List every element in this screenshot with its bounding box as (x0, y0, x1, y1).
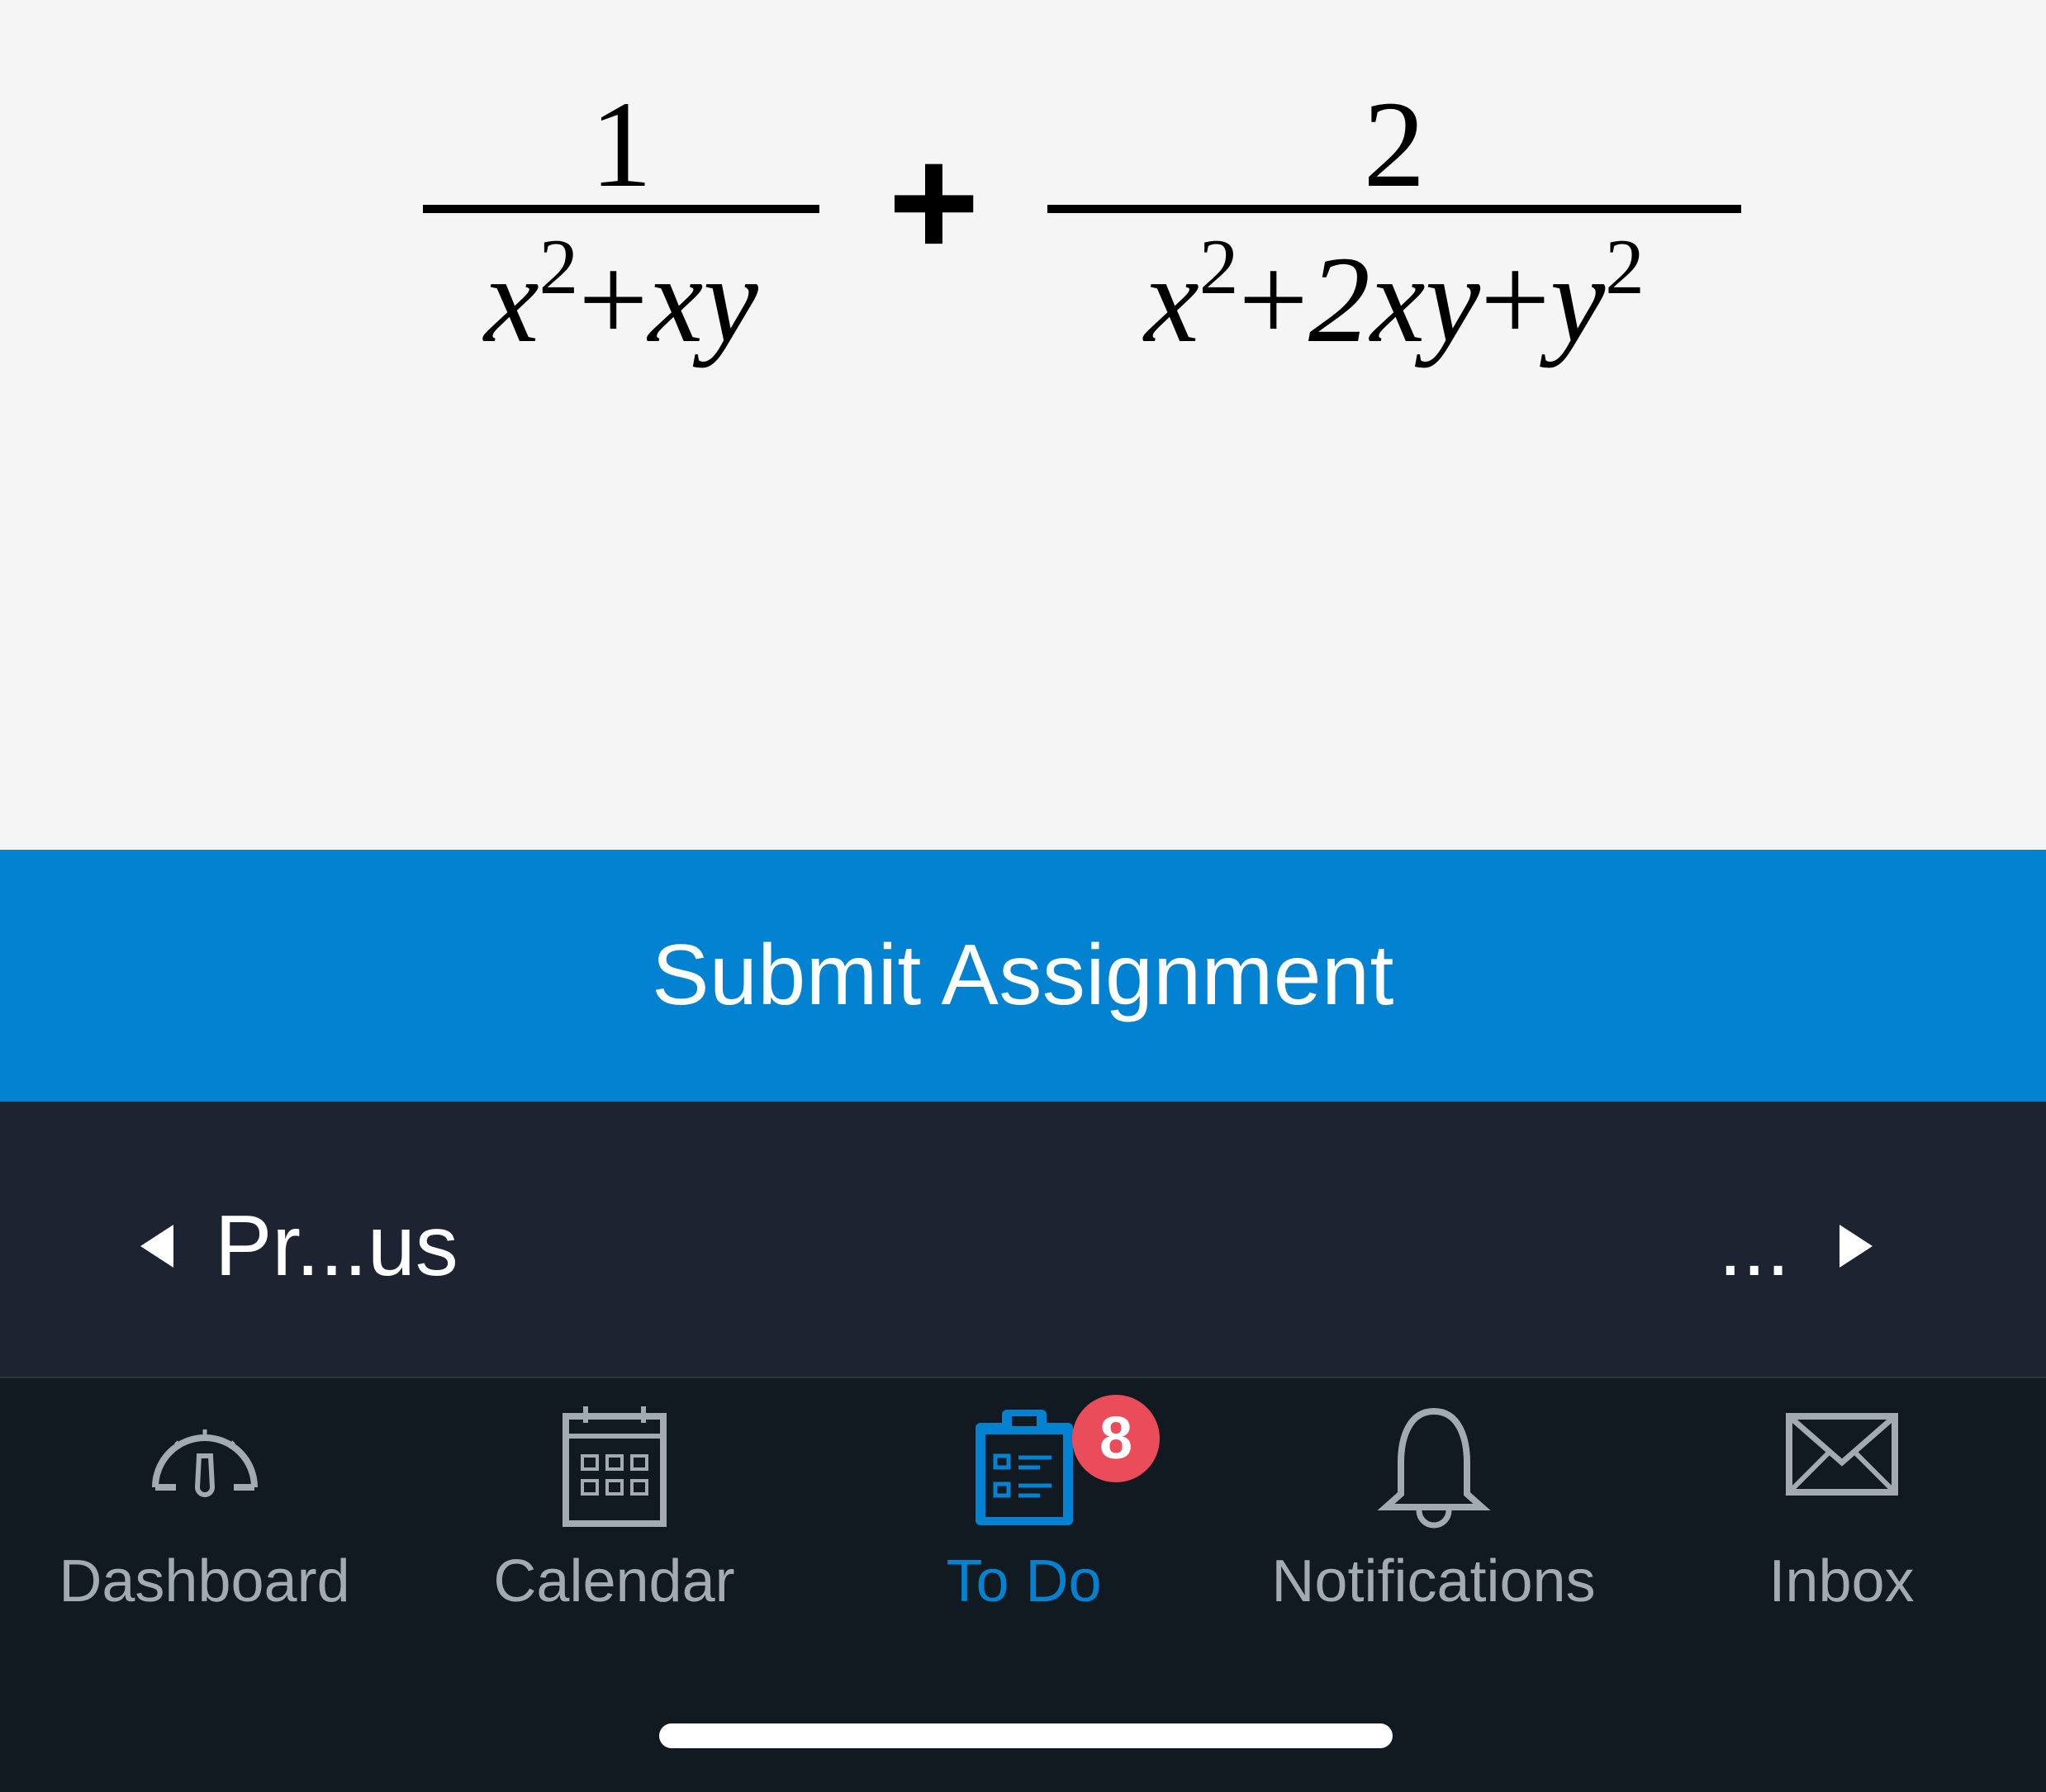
assignment-content: 1 x2+xy + 2 x2+2xy+y2 (0, 0, 2046, 850)
next-button[interactable]: ... (1718, 1184, 1873, 1308)
dashboard-gauge-icon (151, 1429, 258, 1497)
fraction1-numerator: 1 (590, 76, 653, 213)
envelope-icon (1785, 1413, 1898, 1496)
todo-count-badge: 8 (1072, 1395, 1160, 1482)
tab-notifications-label: Notifications (1271, 1548, 1596, 1614)
submit-assignment-button[interactable]: Submit Assignment (0, 850, 2046, 1102)
bell-icon (1376, 1407, 1491, 1529)
assignment-pager: Pr...us ... (0, 1102, 2046, 1377)
math-expression: 1 x2+xy + 2 x2+2xy+y2 (0, 0, 2046, 413)
caret-right-icon (1840, 1225, 1873, 1268)
fraction2-denominator: x2+2xy+y2 (1144, 223, 1645, 368)
clipboard-checklist-icon (975, 1410, 1073, 1525)
tab-inbox[interactable]: Inbox (1637, 1378, 2046, 1643)
tab-dashboard-label: Dashboard (59, 1548, 350, 1614)
fraction1-denominator: x2+xy (484, 223, 758, 368)
previous-button[interactable]: Pr...us (140, 1184, 458, 1308)
tab-inbox-label: Inbox (1768, 1548, 1915, 1614)
previous-label: Pr...us (215, 1197, 458, 1294)
tab-notifications[interactable]: Notifications (1229, 1378, 1638, 1643)
tab-calendar[interactable]: Calendar (410, 1378, 819, 1643)
tab-dashboard[interactable]: Dashboard (0, 1378, 409, 1643)
next-label: ... (1718, 1197, 1790, 1294)
fraction2-numerator: 2 (1363, 76, 1426, 213)
tab-calendar-label: Calendar (493, 1548, 735, 1614)
tab-todo[interactable]: 8 To Do (819, 1378, 1228, 1643)
plus-operator: + (888, 115, 980, 290)
caret-left-icon (140, 1225, 173, 1268)
fraction1-bar (423, 205, 819, 213)
tab-todo-label: To Do (946, 1548, 1102, 1614)
submit-assignment-label: Submit Assignment (652, 927, 1394, 1023)
calendar-icon (562, 1406, 667, 1527)
fraction2-bar (1047, 205, 1741, 213)
home-indicator-bar[interactable] (659, 1723, 1393, 1748)
